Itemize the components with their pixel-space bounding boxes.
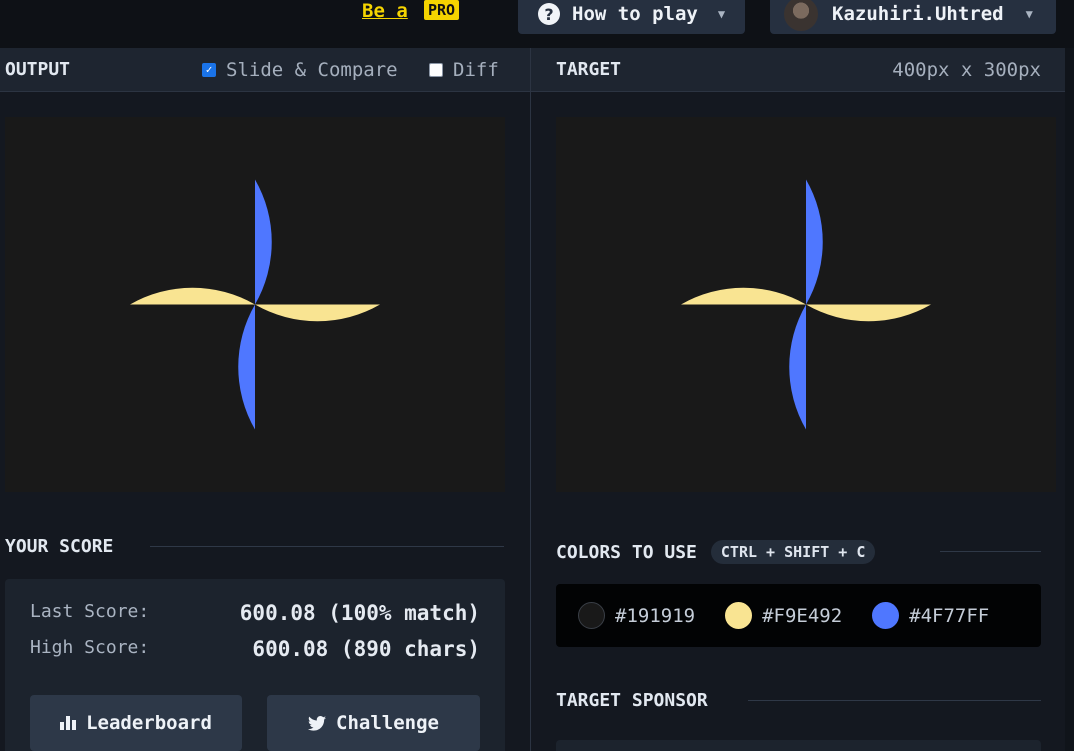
chevron-down-icon: ▼ xyxy=(1025,7,1033,21)
slide-compare-toggle[interactable]: ✓ Slide & Compare xyxy=(202,59,398,81)
color-swatch[interactable] xyxy=(872,602,900,629)
color-hex[interactable]: #4F77FF xyxy=(909,605,989,627)
yellow-half-circle-right xyxy=(255,304,380,322)
last-score-label: Last Score: xyxy=(30,601,150,622)
target-pinwheel xyxy=(681,179,931,430)
diff-label: Diff xyxy=(453,58,499,81)
high-score-row: High Score: 600.08 (890 chars) xyxy=(30,637,480,661)
output-pinwheel xyxy=(130,179,380,430)
sponsor-panel[interactable] xyxy=(556,740,1041,751)
output-title: OUTPUT xyxy=(5,59,71,80)
pro-badge[interactable]: PRO xyxy=(424,0,460,20)
target-sponsor-title: TARGET SPONSOR xyxy=(556,690,708,711)
top-bar: Be a PRO ? How to play ▼ Kazuhiri.Uhtred… xyxy=(0,0,1074,48)
yellow-half-circle-right xyxy=(806,304,931,322)
blue-half-circle-top xyxy=(255,179,272,305)
output-canvas[interactable] xyxy=(5,117,505,492)
last-score-value: 600.08 (100% match) xyxy=(239,601,480,625)
colors-title-row: COLORS TO USE CTRL + SHIFT + C xyxy=(556,540,876,564)
username: Kazuhiri.Uhtred xyxy=(832,3,1004,25)
color-palette: #191919 #F9E492 #4F77FF xyxy=(556,584,1041,647)
avatar xyxy=(784,0,818,31)
blue-half-circle-top xyxy=(806,179,823,305)
question-icon: ? xyxy=(538,3,560,25)
copy-colors-shortcut: CTRL + SHIFT + C xyxy=(710,540,876,564)
color-swatch-item[interactable]: #191919 xyxy=(578,602,695,629)
target-dimensions: 400px x 300px xyxy=(892,58,1041,81)
section-rule xyxy=(748,700,1041,701)
chevron-down-icon: ▼ xyxy=(717,7,726,21)
diff-checkbox[interactable] xyxy=(429,62,443,77)
color-swatch[interactable] xyxy=(725,602,753,629)
color-swatch-item[interactable]: #4F77FF xyxy=(872,602,989,629)
color-swatch-item[interactable]: #F9E492 xyxy=(725,602,842,629)
diff-toggle[interactable]: Diff xyxy=(429,59,499,81)
challenge-label: Challenge xyxy=(336,712,439,734)
section-rule xyxy=(150,546,504,547)
leaderboard-label: Leaderboard xyxy=(86,712,212,734)
color-hex[interactable]: #191919 xyxy=(615,605,695,627)
slide-compare-checkbox[interactable]: ✓ xyxy=(202,62,216,77)
output-header: OUTPUT ✓ Slide & Compare Diff xyxy=(0,48,530,92)
target-canvas xyxy=(556,117,1056,492)
score-panel: Last Score: 600.08 (100% match) High Sco… xyxy=(5,579,505,751)
leaderboard-button[interactable]: Leaderboard xyxy=(30,695,242,751)
blue-half-circle-bottom xyxy=(789,304,806,430)
target-header: TARGET 400px x 300px xyxy=(531,48,1065,92)
target-title: TARGET xyxy=(556,59,622,80)
color-swatch[interactable] xyxy=(578,602,605,629)
yellow-half-circle-left xyxy=(681,287,806,305)
yellow-half-circle-left xyxy=(130,287,255,305)
color-hex[interactable]: #F9E492 xyxy=(762,605,842,627)
twitter-icon xyxy=(308,715,327,731)
how-to-play-button[interactable]: ? How to play ▼ xyxy=(518,0,745,34)
high-score-label: High Score: xyxy=(30,637,150,658)
blue-half-circle-bottom xyxy=(238,304,255,430)
your-score-title: YOUR SCORE xyxy=(5,536,114,557)
section-rule xyxy=(940,551,1041,552)
scrollbar-track[interactable] xyxy=(1065,48,1074,751)
panel-divider xyxy=(530,48,531,751)
high-score-value: 600.08 (890 chars) xyxy=(252,637,480,661)
slide-compare-label: Slide & Compare xyxy=(226,58,398,81)
how-to-play-label: How to play xyxy=(572,3,698,25)
challenge-button[interactable]: Challenge xyxy=(267,695,480,751)
user-menu-button[interactable]: Kazuhiri.Uhtred ▼ xyxy=(770,0,1056,34)
leaderboard-icon xyxy=(60,716,77,730)
colors-title: COLORS TO USE xyxy=(556,541,697,563)
be-pro-link[interactable]: Be a xyxy=(362,0,408,22)
last-score-row: Last Score: 600.08 (100% match) xyxy=(30,601,480,625)
